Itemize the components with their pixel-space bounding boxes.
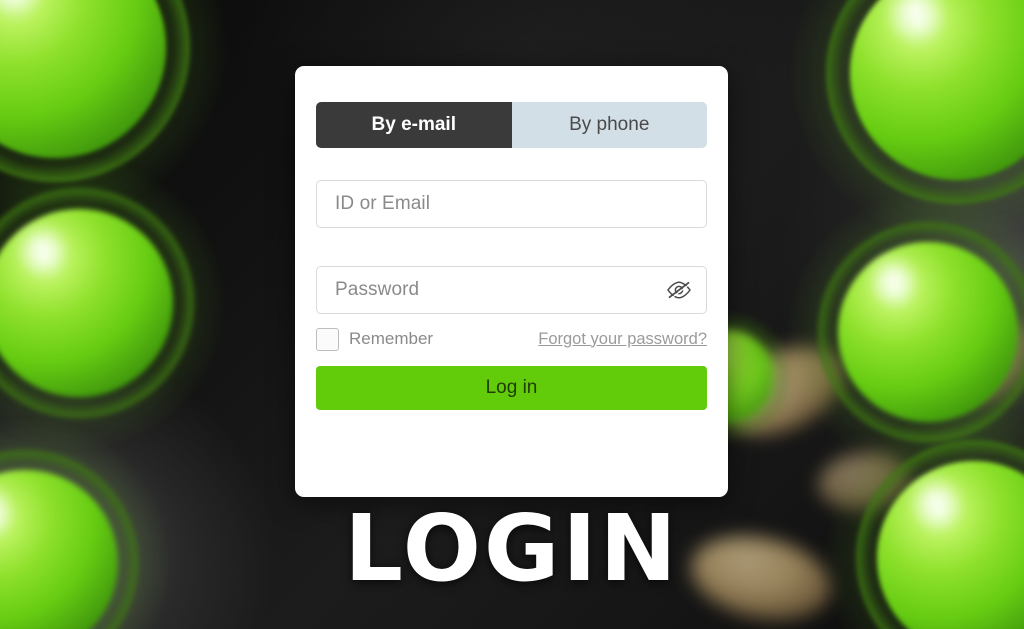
remember-group[interactable]: Remember [316,327,434,351]
sphere-highlight [10,222,75,274]
background-sphere [0,155,227,451]
password-input[interactable]: Password [316,266,707,314]
login-wordmark: LOGIN [344,495,680,602]
forgot-password-link[interactable]: Forgot your password? [538,330,707,349]
auth-method-tabs: By e-mail By phone [316,102,707,148]
log-in-button[interactable]: Log in [316,366,707,410]
remember-row: Remember Forgot your password? [316,327,707,351]
eye-slash-icon[interactable] [666,280,692,300]
background-sphere [0,0,228,220]
id-or-email-input[interactable]: ID or Email [316,180,707,228]
id-or-email-placeholder: ID or Email [335,193,431,214]
background-sphere [789,0,1024,241]
remember-checkbox[interactable] [316,327,339,351]
login-screen: By e-mail By phone ID or Email Password … [0,0,1024,629]
tab-by-phone[interactable]: By phone [511,102,707,148]
tab-by-email[interactable]: By e-mail [316,102,512,148]
password-placeholder: Password [335,279,420,300]
remember-label: Remember [349,329,434,348]
sphere-highlight [862,255,924,304]
login-card: By e-mail By phone ID or Email Password … [295,66,728,497]
